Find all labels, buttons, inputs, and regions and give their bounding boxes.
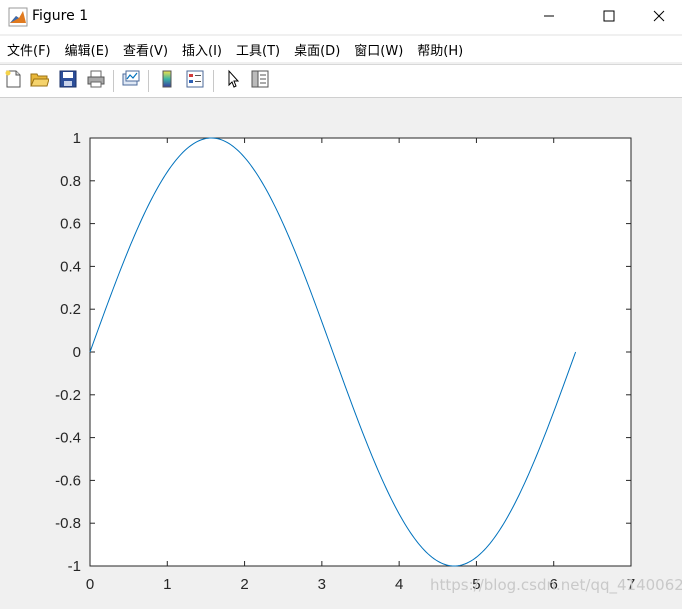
menu-tools[interactable]: 工具(T) xyxy=(229,40,287,59)
y-tick-label: -0.8 xyxy=(55,515,81,532)
menu-edit[interactable]: 编辑(E) xyxy=(58,40,116,59)
insert-colorbar-icon xyxy=(157,69,177,93)
new-figure-button[interactable] xyxy=(2,70,24,92)
link-plot-button[interactable] xyxy=(120,70,142,92)
y-tick-label: 0.4 xyxy=(60,258,81,275)
toolbar xyxy=(0,65,682,97)
maximize-button[interactable] xyxy=(586,0,632,32)
x-tick-label: 4 xyxy=(395,576,403,593)
menu-file[interactable]: 文件(F) xyxy=(0,40,58,59)
menu-desktop[interactable]: 桌面(D) xyxy=(287,40,347,59)
print-button[interactable] xyxy=(85,70,107,92)
y-tick-label: -1 xyxy=(68,558,81,575)
matlab-logo-icon xyxy=(8,7,28,27)
minimize-icon xyxy=(543,7,555,26)
maximize-icon xyxy=(603,7,615,26)
toolbar-separator xyxy=(148,70,149,92)
minimize-button[interactable] xyxy=(526,0,572,32)
y-tick-label: 1 xyxy=(73,130,81,147)
print-icon xyxy=(86,69,106,93)
menu-bar: 文件(F) 编辑(E) 查看(V) 插入(I) 工具(T) 桌面(D) 窗口(W… xyxy=(0,36,682,62)
close-icon xyxy=(653,7,665,26)
x-tick-label: 2 xyxy=(240,576,248,593)
menu-help[interactable]: 帮助(H) xyxy=(410,40,470,59)
y-tick-label: 0.8 xyxy=(60,173,81,190)
y-tick-label: -0.4 xyxy=(55,430,81,447)
title-bar: Figure 1 xyxy=(0,0,682,34)
watermark-text: https://blog.csdn.net/qq_41400623 xyxy=(430,576,682,594)
x-tick-label: 0 xyxy=(86,576,94,593)
x-tick-label: 1 xyxy=(163,576,171,593)
save-icon xyxy=(58,69,78,93)
axes-plot[interactable]: 0 1 2 3 4 5 6 710.80.60.40.20-0.2-0.4-0.6-0.8-1 xyxy=(0,98,682,605)
y-tick-label: 0.6 xyxy=(60,216,81,233)
toolbar-separator xyxy=(113,70,114,92)
insert-legend-icon xyxy=(185,69,205,93)
save-button[interactable] xyxy=(57,70,79,92)
figure-canvas: 0 1 2 3 4 5 6 7 1 0.8 0.6 0.4 0.2 0 -0.2 -0.4 -0.6 -0.8 -1 xyxy=(0,98,682,605)
property-inspector-icon xyxy=(250,69,270,93)
link-plot-icon xyxy=(121,69,141,93)
open-file-icon xyxy=(29,69,50,93)
y-tick-label: -0.2 xyxy=(55,387,81,404)
y-tick-label: 0 xyxy=(73,344,81,361)
open-file-button[interactable] xyxy=(28,70,50,92)
new-figure-icon xyxy=(3,69,23,93)
axes-box xyxy=(89,137,632,567)
insert-legend-button[interactable] xyxy=(184,70,206,92)
insert-colorbar-button[interactable] xyxy=(156,70,178,92)
y-tick-label: 0.2 xyxy=(60,301,81,318)
window-title: Figure 1 xyxy=(32,8,89,24)
close-button[interactable] xyxy=(636,0,682,32)
menu-view[interactable]: 查看(V) xyxy=(116,40,175,59)
toolbar-separator xyxy=(213,70,214,92)
edit-plot-arrow-icon xyxy=(223,69,243,93)
menu-insert[interactable]: 插入(I) xyxy=(175,40,229,59)
x-tick-label: 3 xyxy=(318,576,326,593)
menu-window[interactable]: 窗口(W) xyxy=(347,40,410,59)
edit-plot-button[interactable] xyxy=(222,69,244,93)
y-tick-label: -0.6 xyxy=(55,472,81,489)
property-inspector-button[interactable] xyxy=(249,70,271,92)
